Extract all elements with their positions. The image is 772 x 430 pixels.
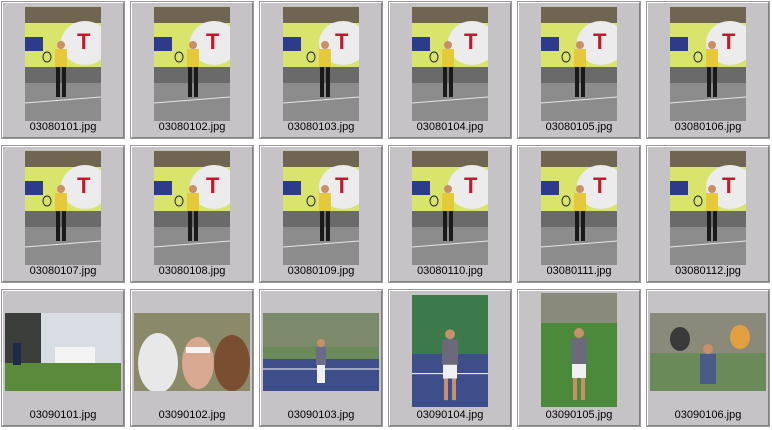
- svg-text:T: T: [722, 29, 736, 54]
- thumbnail-tile[interactable]: 03090101.jpg: [1, 289, 125, 427]
- thumbnail-image[interactable]: T: [541, 151, 617, 265]
- thumbnail-tile[interactable]: 03090102.jpg: [130, 289, 254, 427]
- svg-text:T: T: [464, 29, 478, 54]
- thumbnail-image[interactable]: [650, 313, 766, 391]
- thumbnail-filename: 03080102.jpg: [158, 121, 226, 133]
- svg-text:T: T: [77, 173, 91, 198]
- thumbnail-filename: 03090102.jpg: [158, 409, 226, 421]
- thumbnail-image[interactable]: T: [25, 151, 101, 265]
- thumbnail-tile[interactable]: T 03080106.jpg: [646, 1, 770, 139]
- thumbnail-filename: 03080109.jpg: [287, 265, 355, 277]
- thumbnail-filename: 03080111.jpg: [546, 265, 612, 277]
- thumbnail-image[interactable]: T: [25, 7, 101, 121]
- thumbnail-tile[interactable]: T 03080112.jpg: [646, 145, 770, 283]
- thumbnail-tile[interactable]: 03090106.jpg: [646, 289, 770, 427]
- svg-text:T: T: [593, 173, 607, 198]
- thumbnail-image[interactable]: [541, 293, 617, 407]
- thumbnail-tile[interactable]: 03090105.jpg: [517, 289, 641, 427]
- thumbnail-image[interactable]: T: [283, 7, 359, 121]
- thumbnail-tile[interactable]: 03090104.jpg: [388, 289, 512, 427]
- thumbnail-image[interactable]: T: [670, 7, 746, 121]
- thumbnail-filename: 03080106.jpg: [674, 121, 742, 133]
- thumbnail-tile[interactable]: T 03080103.jpg: [259, 1, 383, 139]
- thumbnail-filename: 03080101.jpg: [29, 121, 97, 133]
- thumbnail-tile[interactable]: T 03080107.jpg: [1, 145, 125, 283]
- thumbnail-filename: 03080112.jpg: [675, 265, 741, 277]
- svg-text:T: T: [206, 29, 220, 54]
- thumbnail-image[interactable]: T: [670, 151, 746, 265]
- thumbnail-filename: 03080107.jpg: [29, 265, 97, 277]
- svg-text:T: T: [593, 29, 607, 54]
- thumbnail-tile[interactable]: T 03080102.jpg: [130, 1, 254, 139]
- thumbnail-image[interactable]: [5, 313, 121, 391]
- thumbnail-filename: 03090106.jpg: [674, 409, 742, 421]
- thumbnail-filename: 03090103.jpg: [287, 409, 355, 421]
- thumbnail-filename: 03080108.jpg: [158, 265, 226, 277]
- thumbnail-grid: T 03080101.jpg T 03080102.jpg T 03080103…: [0, 0, 772, 430]
- thumbnail-image[interactable]: [412, 295, 488, 407]
- thumbnail-tile[interactable]: T 03080104.jpg: [388, 1, 512, 139]
- thumbnail-image[interactable]: T: [154, 7, 230, 121]
- thumbnail-image[interactable]: T: [412, 7, 488, 121]
- thumbnail-image[interactable]: [134, 313, 250, 391]
- thumbnail-filename: 03080103.jpg: [287, 121, 355, 133]
- thumbnail-tile[interactable]: T 03080105.jpg: [517, 1, 641, 139]
- thumbnail-image[interactable]: T: [412, 151, 488, 265]
- thumbnail-tile[interactable]: T 03080110.jpg: [388, 145, 512, 283]
- thumbnail-image[interactable]: T: [154, 151, 230, 265]
- thumbnail-filename: 03080105.jpg: [545, 121, 613, 133]
- thumbnail-filename: 03090105.jpg: [545, 409, 613, 421]
- thumbnail-tile[interactable]: T 03080111.jpg: [517, 145, 641, 283]
- svg-text:T: T: [206, 173, 220, 198]
- thumbnail-image[interactable]: [263, 313, 379, 391]
- svg-text:T: T: [77, 29, 91, 54]
- thumbnail-image[interactable]: T: [541, 7, 617, 121]
- svg-text:T: T: [335, 173, 349, 198]
- thumbnail-filename: 03090101.jpg: [29, 409, 97, 421]
- thumbnail-tile[interactable]: T 03080108.jpg: [130, 145, 254, 283]
- svg-text:T: T: [335, 29, 349, 54]
- thumbnail-tile[interactable]: T 03080101.jpg: [1, 1, 125, 139]
- svg-text:T: T: [464, 173, 478, 198]
- svg-text:T: T: [722, 173, 736, 198]
- thumbnail-filename: 03090104.jpg: [416, 409, 484, 421]
- thumbnail-tile[interactable]: T 03080109.jpg: [259, 145, 383, 283]
- thumbnail-filename: 03080104.jpg: [416, 121, 484, 133]
- thumbnail-filename: 03080110.jpg: [417, 265, 483, 277]
- thumbnail-tile[interactable]: 03090103.jpg: [259, 289, 383, 427]
- thumbnail-image[interactable]: T: [283, 151, 359, 265]
